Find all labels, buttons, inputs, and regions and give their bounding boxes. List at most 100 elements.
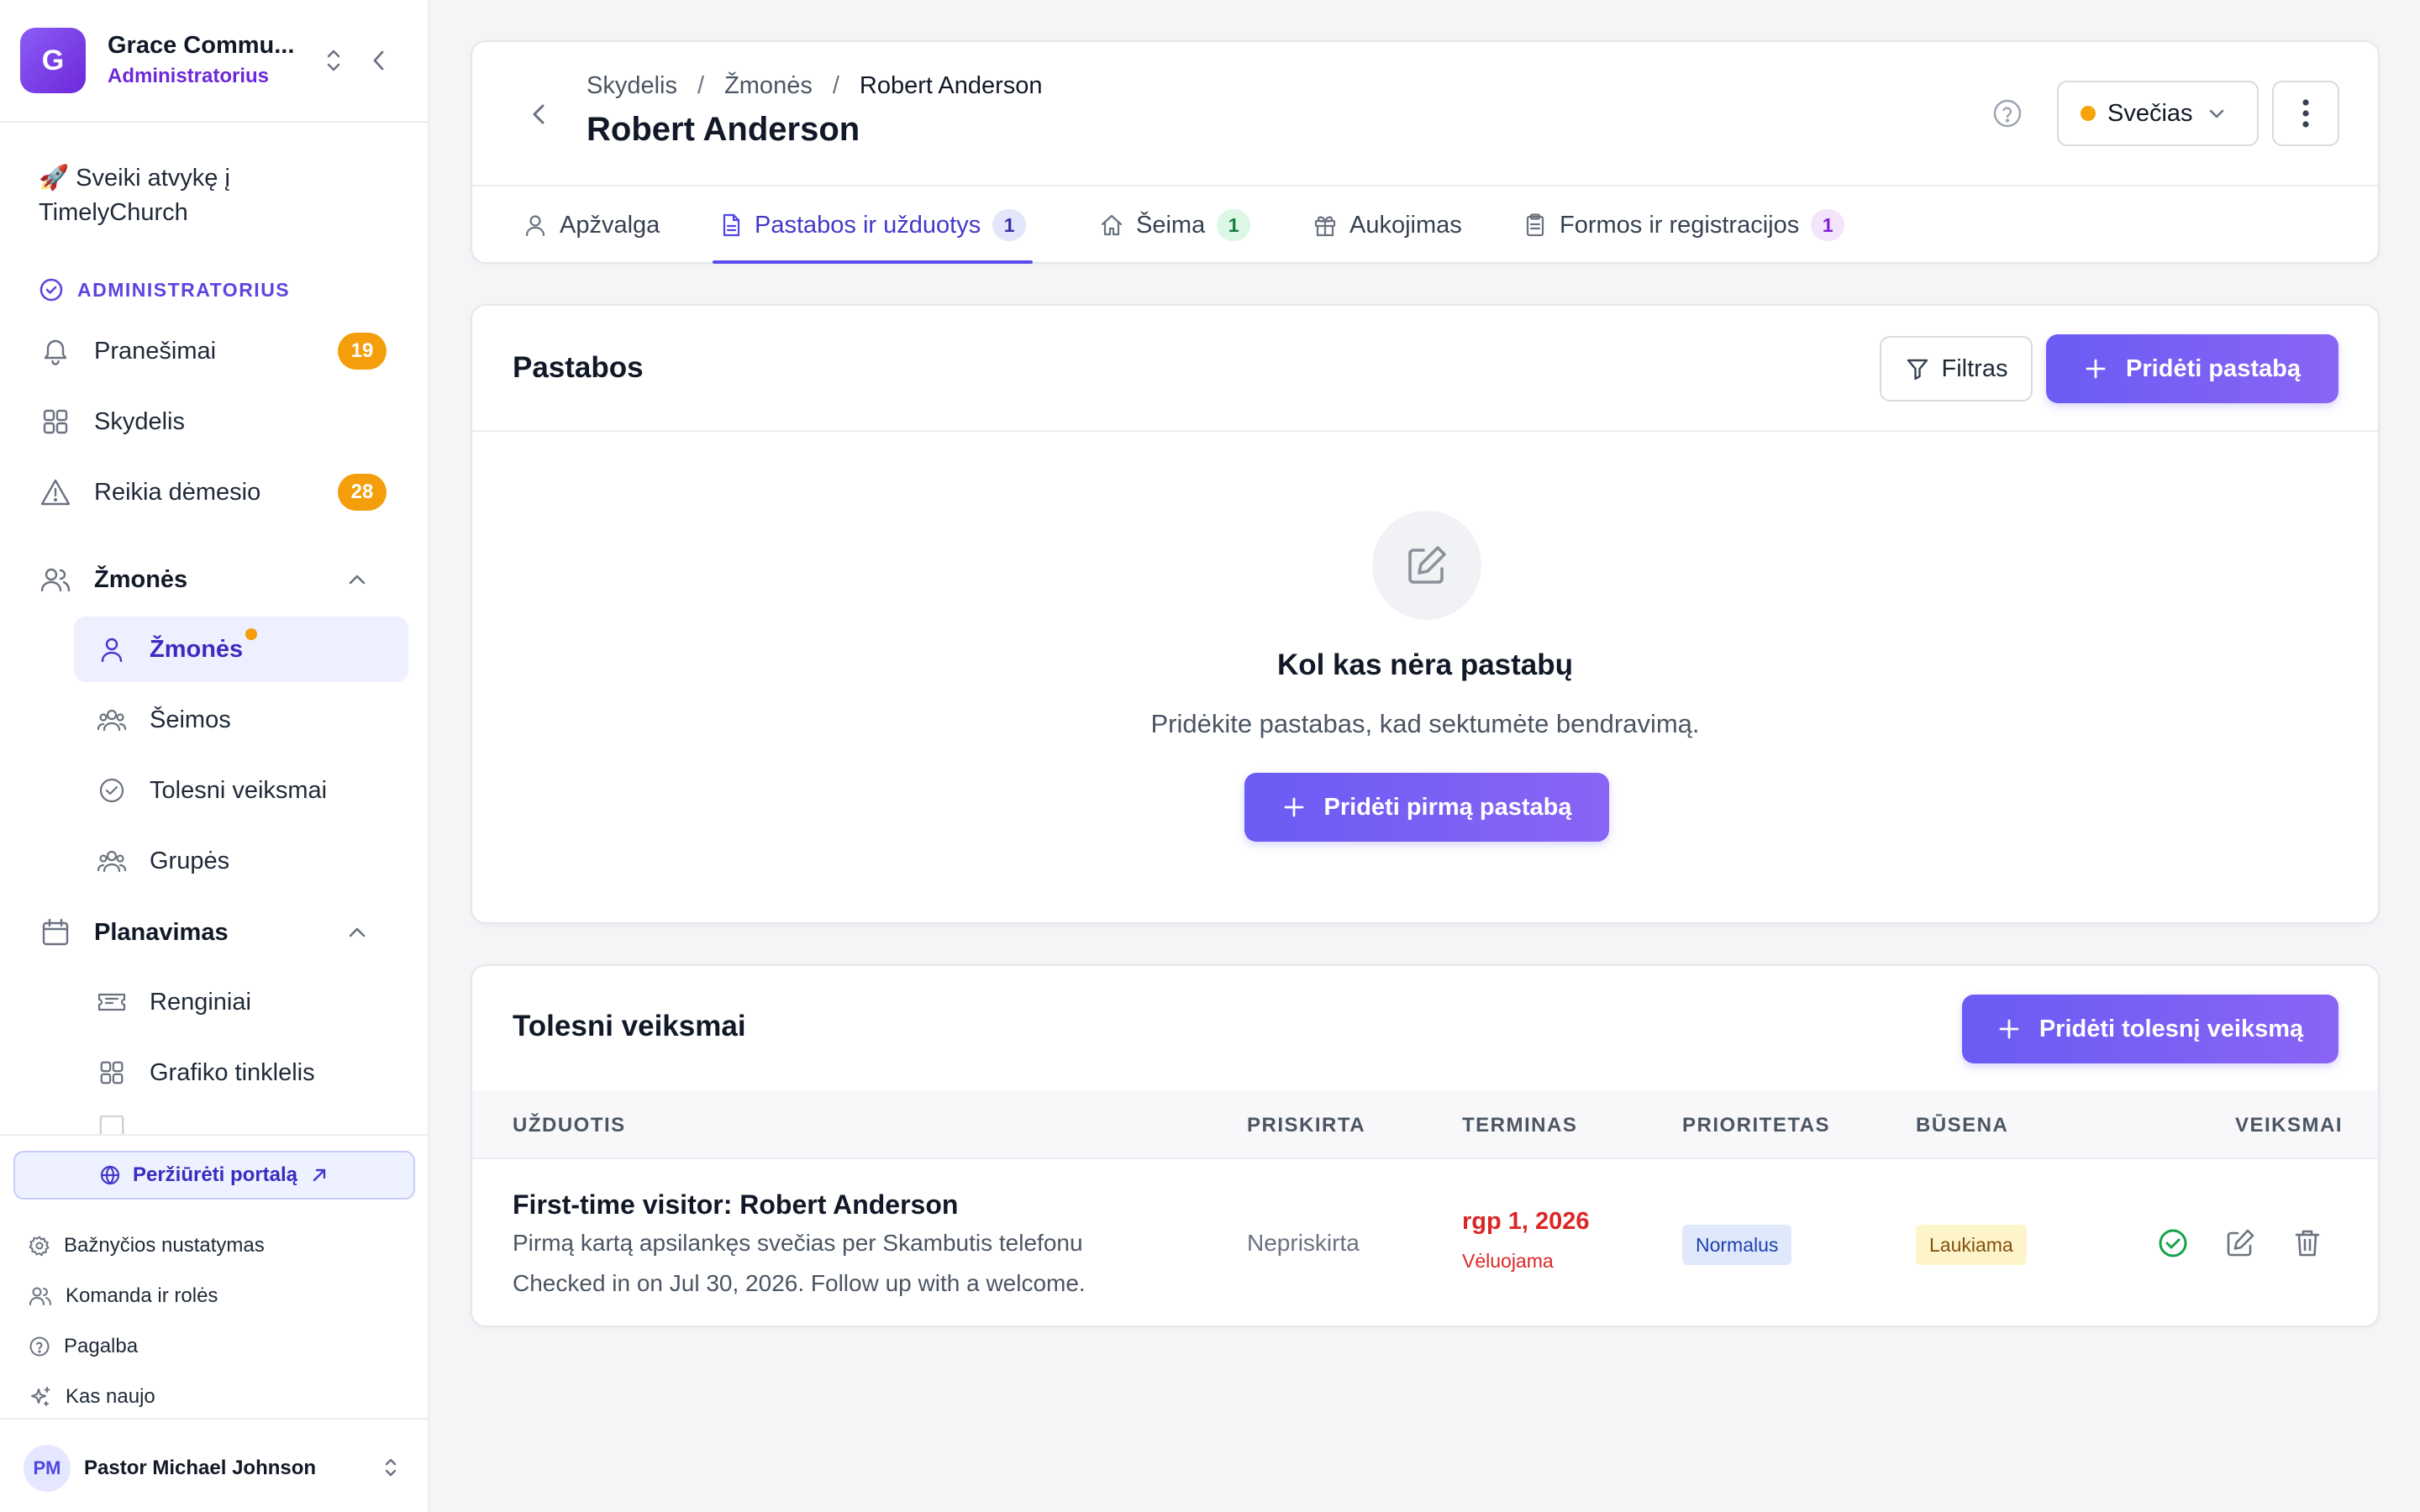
status-dropdown[interactable]: Svečias <box>2057 81 2259 146</box>
back-arrow-icon[interactable] <box>526 99 553 129</box>
view-portal-button[interactable]: Peržiūrėti portalą <box>13 1151 415 1200</box>
sidebar-item-label: Renginiai <box>150 988 251 1016</box>
notes-panel: Pastabos Filtras Pridėti pastabą Kol kas… <box>471 304 2380 924</box>
empty-state-title: Kol kas nėra pastabų <box>1276 648 1574 681</box>
tab-family[interactable]: Šeima 1 <box>1099 186 1251 264</box>
task-detail: Checked in on Jul 30, 2026. Follow up wi… <box>513 1270 1086 1296</box>
team-roles-link[interactable]: Komanda ir rolės <box>29 1279 218 1313</box>
sidebar-footer: Peržiūrėti portalą Bažnyčios nustatymas … <box>0 1134 428 1512</box>
filter-button[interactable]: Filtras <box>1880 336 2033 402</box>
welcome-message: 🚀 Sveiki atvykę į TimelyChurch <box>39 165 230 226</box>
sidebar-item-groups[interactable]: Grupės <box>74 828 408 894</box>
chevron-up-icon[interactable] <box>345 567 370 592</box>
sidebar-item-label: Reikia dėmesio <box>94 478 261 506</box>
help-link[interactable]: Pagalba <box>29 1330 138 1363</box>
check-badge-icon <box>39 277 64 302</box>
sidebar-section-planning[interactable]: Planavimas <box>39 907 392 958</box>
grid-icon <box>96 1057 128 1089</box>
add-followup-button[interactable]: Pridėti tolesnį veiksmą <box>1962 995 2338 1063</box>
sidebar-item-schedule-grid[interactable]: Grafiko tinklelis <box>74 1040 408 1105</box>
empty-state-description: Pridėkite pastabas, kad sektumėte bendra… <box>1150 709 1700 738</box>
bell-icon <box>39 334 72 368</box>
complete-check-icon[interactable] <box>2156 1226 2190 1260</box>
org-logo: G <box>20 28 86 93</box>
breadcrumb: Skydelis / Žmonės / Robert Anderson <box>587 72 1043 100</box>
sidebar-item-label: Skydelis <box>94 407 185 435</box>
sidebar-item-needs-attention[interactable]: Reikia dėmesio 28 <box>39 467 392 517</box>
church-settings-link[interactable]: Bažnyčios nustatymas <box>29 1229 265 1263</box>
task-subtitle: Pirmą kartą apsilankęs svečias per Skamb… <box>513 1230 1083 1256</box>
team-icon <box>29 1285 52 1307</box>
help-icon[interactable] <box>1991 97 2023 129</box>
gift-icon <box>1313 213 1338 238</box>
chevron-up-down-icon[interactable] <box>323 46 345 75</box>
more-options-button[interactable] <box>2272 81 2339 146</box>
users-icon <box>96 704 128 736</box>
breadcrumb-separator: / <box>697 72 705 99</box>
tab-count-badge: 1 <box>992 209 1027 241</box>
task-title[interactable]: First-time visitor: Robert Anderson <box>513 1189 958 1221</box>
column-header-priority[interactable]: PRIORITETAS <box>1682 1114 1830 1137</box>
sidebar-item-dashboard[interactable]: Skydelis <box>39 396 392 447</box>
sidebar-section-label: Planavimas <box>94 918 229 946</box>
check-circle-icon <box>96 774 128 806</box>
sidebar-item-events[interactable]: Renginiai <box>74 969 408 1035</box>
clipboard-icon <box>1523 213 1548 238</box>
external-link-icon <box>309 1165 329 1185</box>
task-overdue-label: Vėluojama <box>1462 1250 1554 1272</box>
breadcrumb-people[interactable]: Žmonės <box>724 72 813 100</box>
sparkle-icon <box>29 1385 52 1409</box>
followups-panel: Tolesni veiksmai Pridėti tolesnį veiksmą… <box>471 964 2380 1327</box>
calendar-icon <box>39 916 72 949</box>
sidebar-item-families[interactable]: Šeimos <box>74 687 408 753</box>
priority-badge: Normalus <box>1682 1225 1792 1265</box>
followups-title: Tolesni veiksmai <box>513 1010 746 1042</box>
column-header-task[interactable]: UŽDUOTIS <box>513 1114 626 1137</box>
sidebar-item-notifications[interactable]: Pranešimai 19 <box>39 326 392 376</box>
column-header-due[interactable]: TERMINAS <box>1462 1114 1577 1137</box>
chevron-up-icon[interactable] <box>345 920 370 945</box>
breadcrumb-current: Robert Anderson <box>859 72 1043 99</box>
collapse-sidebar-icon[interactable] <box>366 46 392 75</box>
home-icon <box>1099 213 1124 238</box>
sidebar-item-followups[interactable]: Tolesni veiksmai <box>74 758 408 823</box>
column-header-status[interactable]: BŪSENA <box>1916 1114 2008 1137</box>
task-assignee: Nepriskirta <box>1247 1230 1360 1256</box>
empty-state-illustration <box>1372 511 1481 620</box>
page-title: Robert Anderson <box>587 111 860 148</box>
sidebar-item-people[interactable]: Žmonės <box>74 617 408 682</box>
org-name: Grace Commu... <box>108 32 295 59</box>
add-note-button[interactable]: Pridėti pastabą <box>2046 334 2338 403</box>
table-row[interactable]: First-time visitor: Robert Anderson Pirm… <box>472 1159 2378 1327</box>
users-icon <box>39 563 72 596</box>
tab-notes-tasks[interactable]: Pastabos ir užduotys 1 <box>713 186 1034 264</box>
filter-icon <box>1905 356 1930 381</box>
breadcrumb-dashboard[interactable]: Skydelis <box>587 72 677 100</box>
sidebar-section-people[interactable]: Žmonės <box>39 554 392 605</box>
grid-icon <box>39 405 72 438</box>
column-header-actions: VEIKSMAI <box>2235 1114 2344 1137</box>
gear-icon <box>29 1235 50 1257</box>
tab-forms-registrations[interactable]: Formos ir registracijos 1 <box>1523 186 1845 264</box>
add-first-note-button[interactable]: Pridėti pirmą pastabą <box>1244 773 1609 842</box>
chevron-up-down-icon[interactable] <box>381 1455 400 1480</box>
edit-icon[interactable] <box>2223 1226 2257 1260</box>
tab-overview[interactable]: Apžvalga <box>523 186 660 264</box>
whats-new-link[interactable]: Kas naujo <box>29 1380 155 1414</box>
notification-count-badge: 19 <box>338 333 387 370</box>
status-dot <box>2081 106 2096 121</box>
vertical-ellipsis-icon <box>2302 97 2310 129</box>
notes-title: Pastabos <box>513 351 644 384</box>
tab-giving[interactable]: Aukojimas <box>1313 186 1462 264</box>
chevron-down-icon <box>2205 102 2228 125</box>
sidebar-item-label: Pranešimai <box>94 337 217 365</box>
org-switcher[interactable]: G Grace Commu... Administratorius <box>0 0 428 123</box>
status-badge: Laukiama <box>1916 1225 2027 1265</box>
column-header-assigned[interactable]: PRISKIRTA <box>1247 1114 1365 1137</box>
trash-icon[interactable] <box>2291 1226 2324 1260</box>
notes-divider <box>472 430 2378 432</box>
plus-icon <box>1282 795 1306 819</box>
warning-icon <box>39 475 72 509</box>
sidebar: G Grace Commu... Administratorius 🚀 Svei… <box>0 0 429 1512</box>
user-menu[interactable]: PM Pastor Michael Johnson <box>0 1418 428 1512</box>
